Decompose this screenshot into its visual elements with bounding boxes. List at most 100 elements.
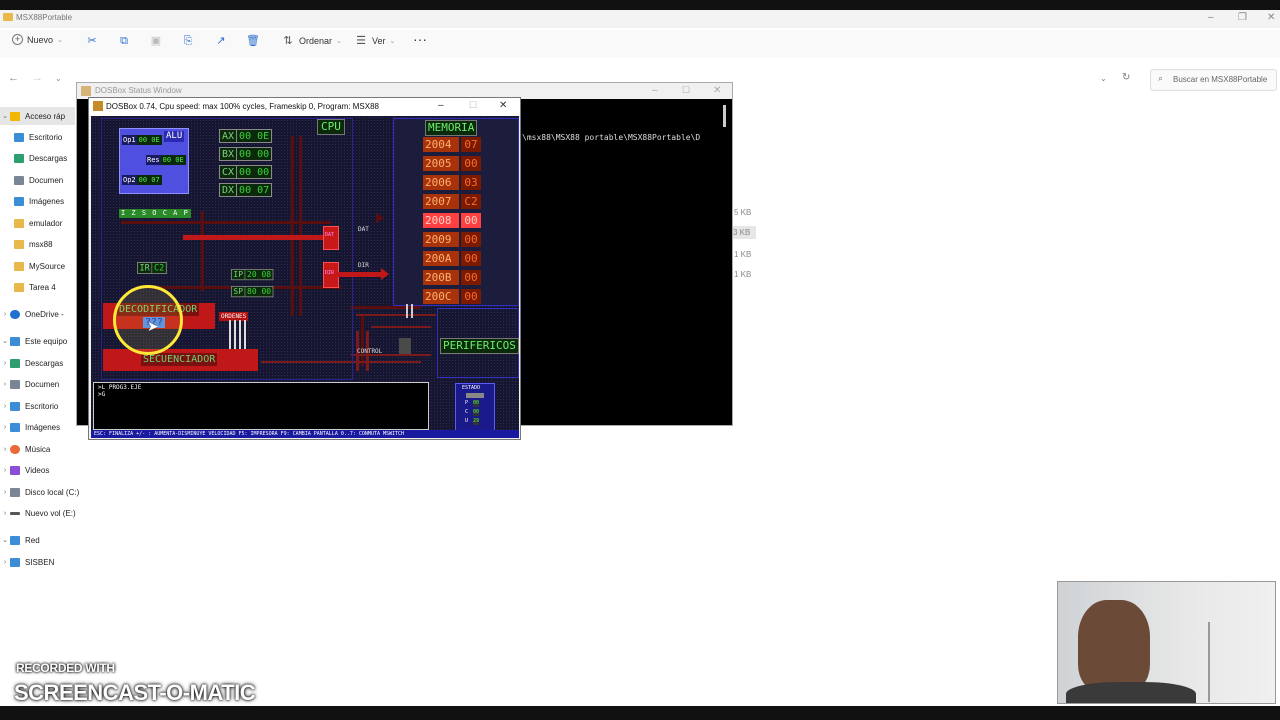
rename-button[interactable]: ⎘	[181, 34, 195, 48]
nav-descargas[interactable]: Descargas	[14, 149, 67, 167]
view-button[interactable]: ☰ Ver ⌄	[354, 34, 395, 48]
file-size: 5 KB	[734, 208, 752, 217]
new-button[interactable]: + Nuevo ⌄	[12, 34, 63, 45]
dat-latch-label: DAT	[325, 232, 335, 238]
search-input[interactable]: ⌕ Buscar en MSX88Portable	[1150, 69, 1277, 91]
close-icon[interactable]: ✕	[499, 100, 507, 111]
chevron-right-icon: ›	[3, 310, 7, 318]
nav-documentos-2[interactable]: › Documen	[0, 375, 59, 393]
nav-disco-c[interactable]: › Disco local (C:)	[0, 483, 79, 501]
view-icon: ☰	[356, 35, 366, 47]
chevron-right-icon: ›	[3, 466, 7, 474]
search-icon: ⌕	[1158, 73, 1164, 83]
nav-videos[interactable]: › Videos	[0, 461, 49, 479]
video-icon	[10, 465, 20, 475]
nav-label: SISBEN	[25, 557, 55, 567]
more-options-button[interactable]: ···	[413, 31, 427, 47]
refresh-icon[interactable]: ↻	[1122, 72, 1130, 83]
download-icon	[10, 358, 20, 368]
folder-icon	[14, 218, 24, 228]
nav-label: Descargas	[29, 153, 68, 163]
memory-address: 2006	[423, 175, 459, 190]
chevron-down-icon: ⌄	[2, 537, 8, 544]
nav-quick-access[interactable]: ⌄ Acceso ráp	[0, 107, 75, 125]
address-dropdown-icon[interactable]: ⌄	[1100, 74, 1107, 83]
nav-musica[interactable]: › Música	[0, 440, 50, 458]
sort-button[interactable]: ⇅ Ordenar ⌄	[281, 34, 342, 48]
register-name: IP	[231, 269, 246, 281]
rename-icon: ⎘	[183, 35, 193, 47]
res-value: 00 0E	[160, 155, 186, 165]
webcam-wall-line	[1208, 622, 1210, 702]
cpu-label: CPU	[317, 119, 345, 135]
nav-emulador[interactable]: emulador	[14, 214, 62, 232]
nav-msx88[interactable]: msx88	[14, 235, 53, 253]
chevron-right-icon: ›	[3, 509, 7, 517]
nav-imagenes-2[interactable]: › Imágenes	[0, 418, 60, 436]
nav-label: Nuevo vol (E:)	[25, 508, 76, 518]
nav-label: Acceso ráp	[25, 111, 66, 121]
orders-line	[229, 320, 231, 350]
op1-value: 00 0E	[136, 135, 162, 145]
webcam-overlay	[1057, 581, 1276, 704]
bus-wire	[371, 326, 431, 328]
minimize-icon[interactable]: –	[652, 85, 658, 96]
new-label: Nuevo	[27, 34, 54, 45]
nav-tarea4[interactable]: Tarea 4	[14, 278, 56, 296]
status-flags-block: ESTADO P 00 C 00 U 29	[455, 383, 495, 431]
nav-label: emulador	[29, 218, 63, 228]
copy-button[interactable]: ⧉	[117, 34, 131, 48]
share-button[interactable]: ↗	[214, 34, 228, 48]
nav-red[interactable]: ⌄ Red	[0, 531, 40, 549]
star-icon	[10, 111, 20, 121]
maximize-icon[interactable]: ☐	[469, 100, 477, 111]
nav-onedrive[interactable]: › OneDrive -	[0, 305, 64, 323]
nav-escritorio[interactable]: Escritorio	[14, 128, 62, 146]
nav-sisben[interactable]: › SISBEN	[0, 553, 54, 571]
back-icon[interactable]: ←	[8, 72, 19, 84]
close-icon[interactable]: ✕	[1267, 12, 1275, 23]
minimize-icon[interactable]: –	[1208, 12, 1214, 23]
music-icon	[10, 444, 20, 454]
nav-disco-e[interactable]: › Nuevo vol (E:)	[0, 504, 76, 522]
memory-cell: 2009 00	[423, 232, 481, 247]
memory-address: 200C	[423, 289, 459, 304]
paste-button[interactable]: ▣	[149, 34, 163, 48]
sequencer-block: SECUENCIADOR	[103, 349, 258, 371]
control-line	[411, 304, 413, 318]
dat-latch: DAT	[323, 226, 339, 250]
dosbox-title-bar: DOSBox 0.74, Cpu speed: max 100% cycles,…	[89, 98, 520, 116]
desktop-icon	[14, 132, 24, 142]
data-bus-arrow	[183, 235, 323, 240]
close-icon[interactable]: ✕	[713, 85, 721, 96]
nav-imagenes[interactable]: Imágenes	[14, 192, 64, 210]
nav-este-equipo[interactable]: ⌄ Este equipo	[0, 332, 67, 350]
memory-data: 00	[461, 251, 481, 266]
nav-documentos[interactable]: Documen	[14, 171, 63, 189]
maximize-icon[interactable]: ❐	[1238, 12, 1247, 23]
file-size: 3 KB	[732, 226, 757, 239]
register-name: SP	[231, 286, 246, 298]
maximize-icon[interactable]: ☐	[682, 85, 690, 96]
op2-label: Op2	[122, 175, 137, 185]
register-value: 00 00	[237, 165, 273, 179]
flag-value: 00	[473, 400, 480, 407]
nav-escritorio-2[interactable]: › Escritorio	[0, 397, 58, 415]
trash-icon: 🗑	[246, 35, 260, 47]
memory-cell-highlighted: 2008 00	[423, 213, 481, 228]
minimize-icon[interactable]: –	[438, 100, 444, 111]
msx88-simulator-screen[interactable]: CPU ALU Op1 00 0E Res 00 0E Op2 00 07 I …	[91, 116, 519, 438]
nav-mysource[interactable]: MySource	[14, 257, 65, 275]
cut-button[interactable]: ✂	[85, 34, 99, 48]
control-signal-box	[399, 338, 411, 354]
scrollbar-thumb[interactable]	[723, 105, 726, 127]
register-value: 20 08	[245, 269, 274, 281]
chevron-down-icon[interactable]: ⌄	[55, 74, 62, 83]
nav-label: Videos	[25, 465, 50, 475]
console-box[interactable]: >L PROG3.EJE >G	[93, 382, 429, 430]
console-line: >L PROG3.EJE	[98, 384, 142, 391]
nav-descargas-2[interactable]: › Descargas	[0, 354, 63, 372]
delete-button[interactable]: 🗑	[246, 34, 260, 48]
forward-icon[interactable]: →	[32, 72, 43, 84]
view-label: Ver	[372, 36, 386, 46]
